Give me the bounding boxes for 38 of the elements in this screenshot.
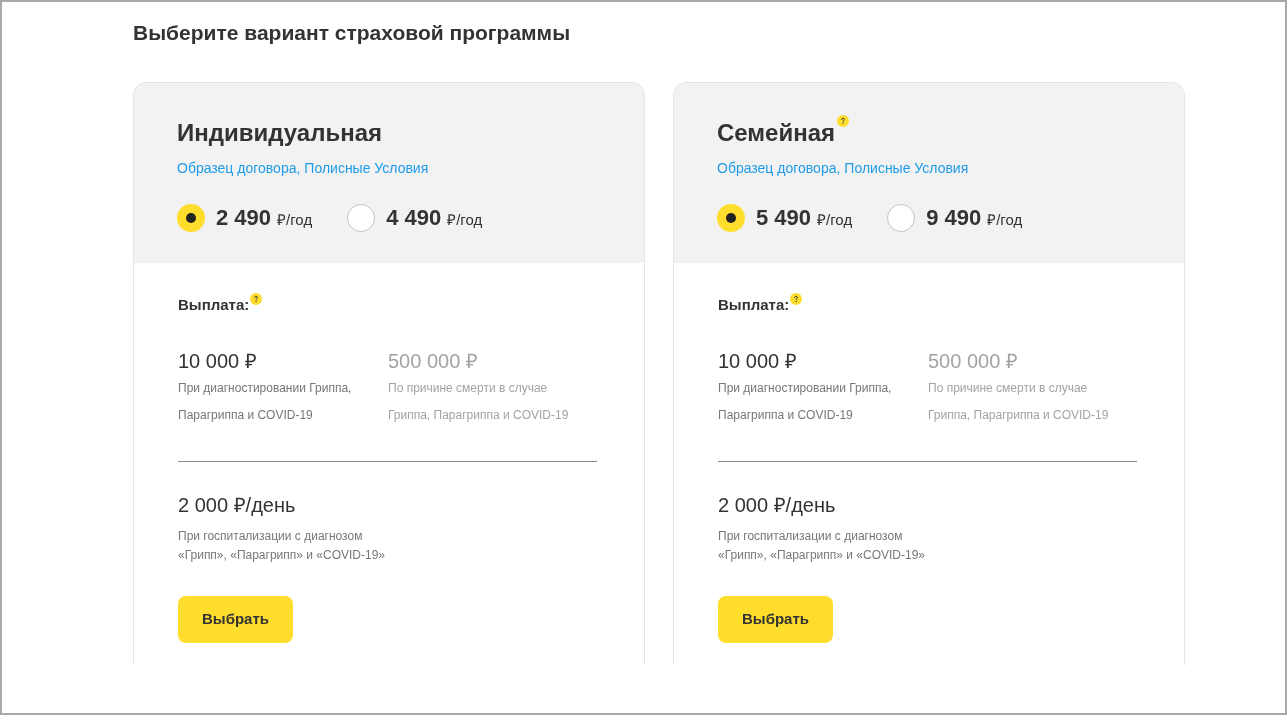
payout-amount: 500 000 ₽ — [928, 349, 1018, 374]
payout-amount: 10 000 ₽ — [718, 349, 797, 374]
price-amount: 5 490 — [756, 204, 812, 232]
document-link[interactable]: Полисные Условия — [304, 158, 429, 178]
price-amount: 2 490 — [216, 204, 272, 232]
price-amount: 9 490 — [926, 204, 982, 232]
payout-amount: 500 000 ₽ — [388, 349, 478, 374]
daily-description: При госпитализации с диагнозом «Грипп», «Парагрипп» и «COVID-19» — [178, 528, 386, 564]
plan-title: Семейная — [717, 120, 836, 146]
page-heading: Выберите вариант страховой программы — [133, 20, 571, 46]
price-unit: ₽/год — [817, 209, 853, 230]
select-button[interactable]: Выбрать — [718, 596, 833, 643]
help-icon[interactable] — [790, 293, 803, 305]
document-link[interactable]: Полисные Условия — [844, 158, 969, 178]
payout-amount: 10 000 ₽ — [178, 349, 257, 374]
plan-title: Индивидуальная — [177, 120, 382, 146]
radio-button[interactable] — [347, 204, 376, 232]
price-unit: ₽/год — [277, 209, 313, 230]
payout-description: По причине смерти в случае Гриппа, Парагриппа и COVID-19 — [388, 380, 569, 424]
price-amount: 4 490 — [386, 204, 442, 232]
payout-description: При диагностировании Гриппа, Парагриппа и COVID-19 — [718, 380, 892, 424]
daily-description: При госпитализации с диагнозом «Грипп», «Парагрипп» и «COVID-19» — [718, 528, 926, 564]
document-link[interactable]: Образец договора, — [717, 158, 841, 178]
price-unit: ₽/год — [447, 209, 483, 230]
price-unit: ₽/год — [987, 209, 1023, 230]
select-button[interactable]: Выбрать — [178, 596, 293, 643]
radio-button[interactable] — [177, 204, 205, 232]
payout-description: По причине смерти в случае Гриппа, Парагриппа и COVID-19 — [928, 380, 1109, 424]
radio-button[interactable] — [717, 204, 745, 232]
radio-button[interactable] — [887, 204, 916, 232]
payout-label: Выплата: — [178, 295, 250, 315]
payout-description: При диагностировании Гриппа, Парагриппа и COVID-19 — [178, 380, 352, 424]
help-icon[interactable] — [250, 293, 263, 305]
payout-label: Выплата: — [718, 295, 790, 315]
daily-amount: 2 000 ₽/день — [178, 493, 296, 518]
document-link[interactable]: Образец договора, — [177, 158, 301, 178]
help-icon[interactable] — [837, 115, 850, 127]
daily-amount: 2 000 ₽/день — [718, 493, 836, 518]
